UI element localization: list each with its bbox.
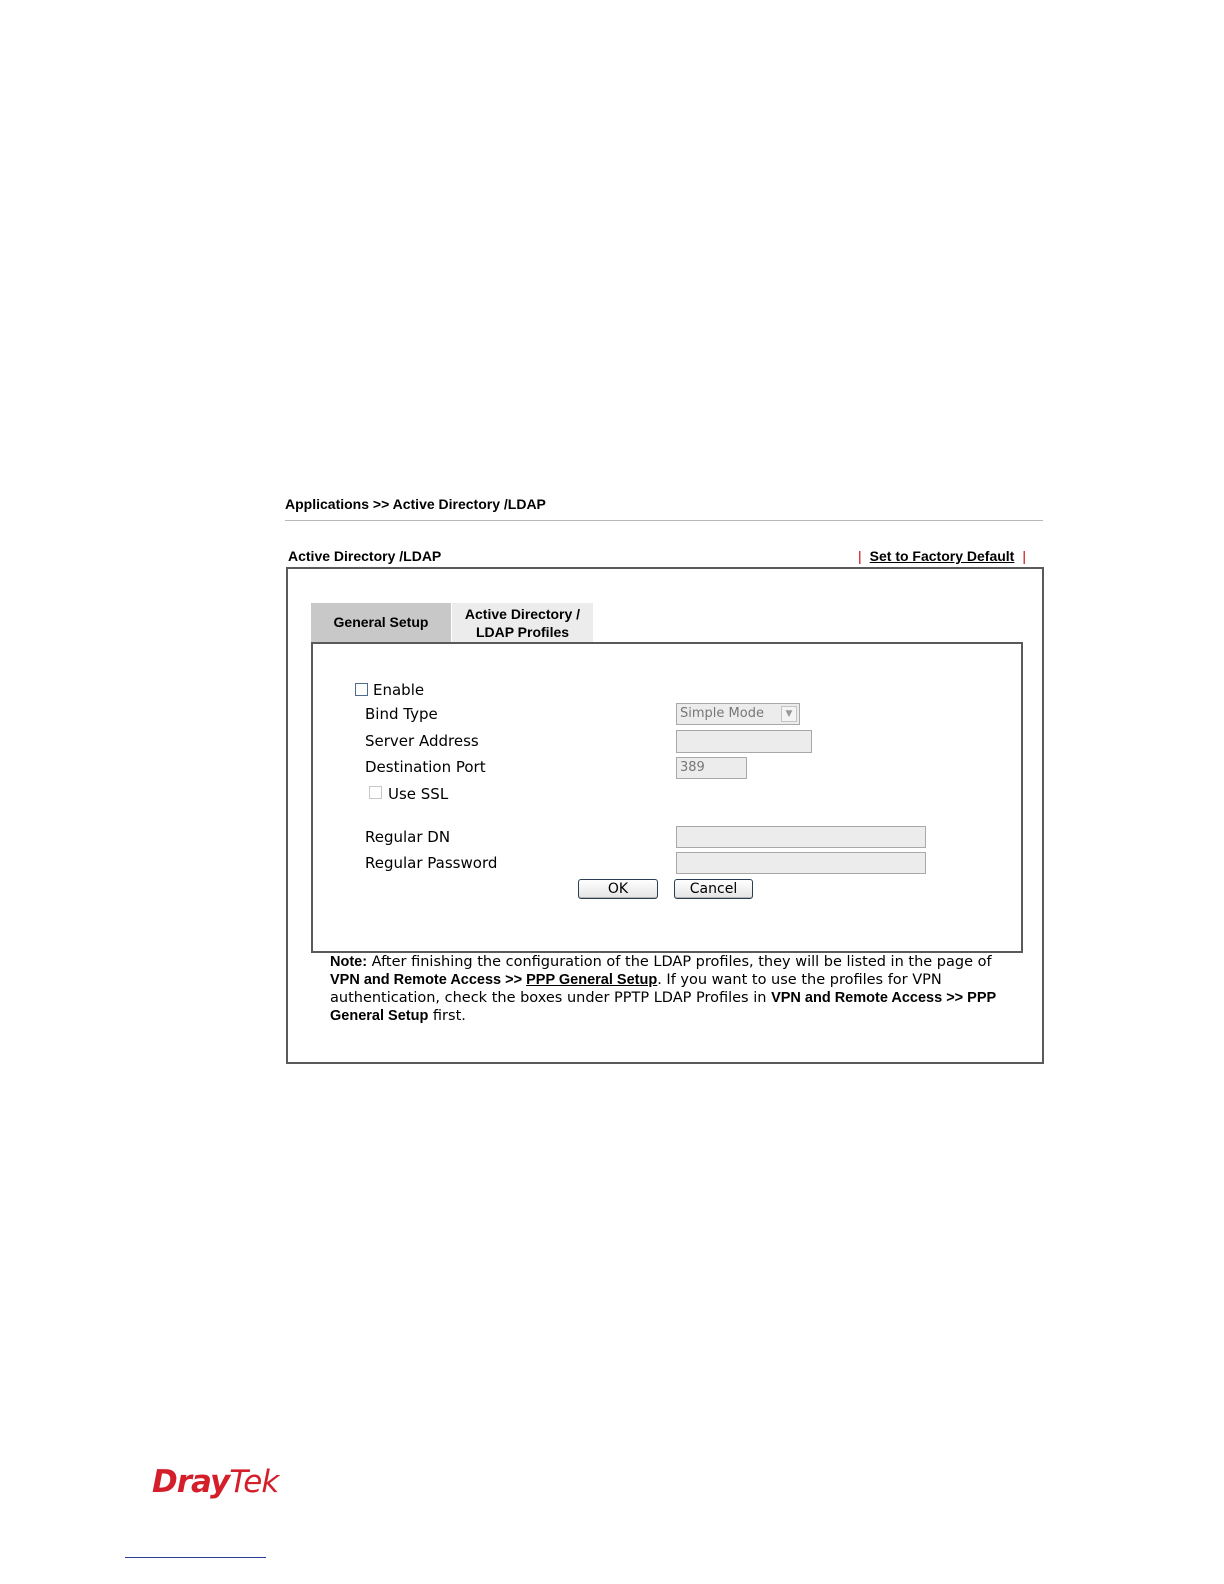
destination-port-label: Destination Port <box>365 758 486 776</box>
enable-label: Enable <box>373 681 425 699</box>
logo-part-2: Tek <box>229 1464 279 1500</box>
enable-checkbox[interactable] <box>355 683 368 696</box>
section-title: Active Directory /LDAP <box>288 548 442 564</box>
footer-rule <box>125 1557 266 1558</box>
separator-right: | <box>1022 548 1026 564</box>
breadcrumb: Applications >> Active Directory /LDAP <box>285 496 546 512</box>
ppp-general-setup-link[interactable]: PPP General Setup <box>526 972 657 988</box>
chevron-down-icon: ▼ <box>781 706 797 722</box>
server-address-input[interactable] <box>676 730 812 753</box>
use-ssl-label: Use SSL <box>388 785 449 803</box>
regular-dn-input[interactable] <box>676 826 926 848</box>
note-text: Note: After finishing the configuration … <box>330 953 1010 1025</box>
set-factory-default-link[interactable]: Set to Factory Default <box>870 548 1015 564</box>
cancel-button[interactable]: Cancel <box>674 879 753 899</box>
destination-port-input[interactable]: 389 <box>676 757 747 779</box>
regular-password-input[interactable] <box>676 852 926 874</box>
bind-type-value: Simple Mode <box>680 706 764 721</box>
bind-type-select[interactable]: Simple Mode ▼ <box>676 703 800 725</box>
note-text-1: After finishing the configuration of the… <box>367 954 992 970</box>
regular-dn-label: Regular DN <box>365 828 451 846</box>
note-bold-1: VPN and Remote Access >> <box>330 972 527 988</box>
header-divider <box>285 520 1043 521</box>
draytek-logo: DrayTek <box>152 1464 279 1500</box>
factory-default-area: | Set to Factory Default | <box>850 548 1034 564</box>
tab-ldap-profiles-label-line2: LDAP Profiles <box>475 624 570 640</box>
server-address-label: Server Address <box>365 732 479 750</box>
separator-left: | <box>858 548 862 564</box>
regular-password-label: Regular Password <box>365 854 498 872</box>
use-ssl-checkbox[interactable] <box>369 786 382 799</box>
note-text-3: first. <box>428 1008 466 1024</box>
tab-ldap-profiles[interactable]: Active Directory / LDAP Profiles <box>452 603 593 642</box>
logo-part-1: Dray <box>152 1464 230 1500</box>
ok-button[interactable]: OK <box>578 879 658 899</box>
tab-ldap-profiles-label-line1: Active Directory / <box>464 606 581 622</box>
tab-general-setup-label: General Setup <box>333 614 429 630</box>
tab-general-setup[interactable]: General Setup <box>311 603 451 642</box>
bind-type-label: Bind Type <box>365 705 438 723</box>
note-prefix: Note: <box>330 954 368 970</box>
